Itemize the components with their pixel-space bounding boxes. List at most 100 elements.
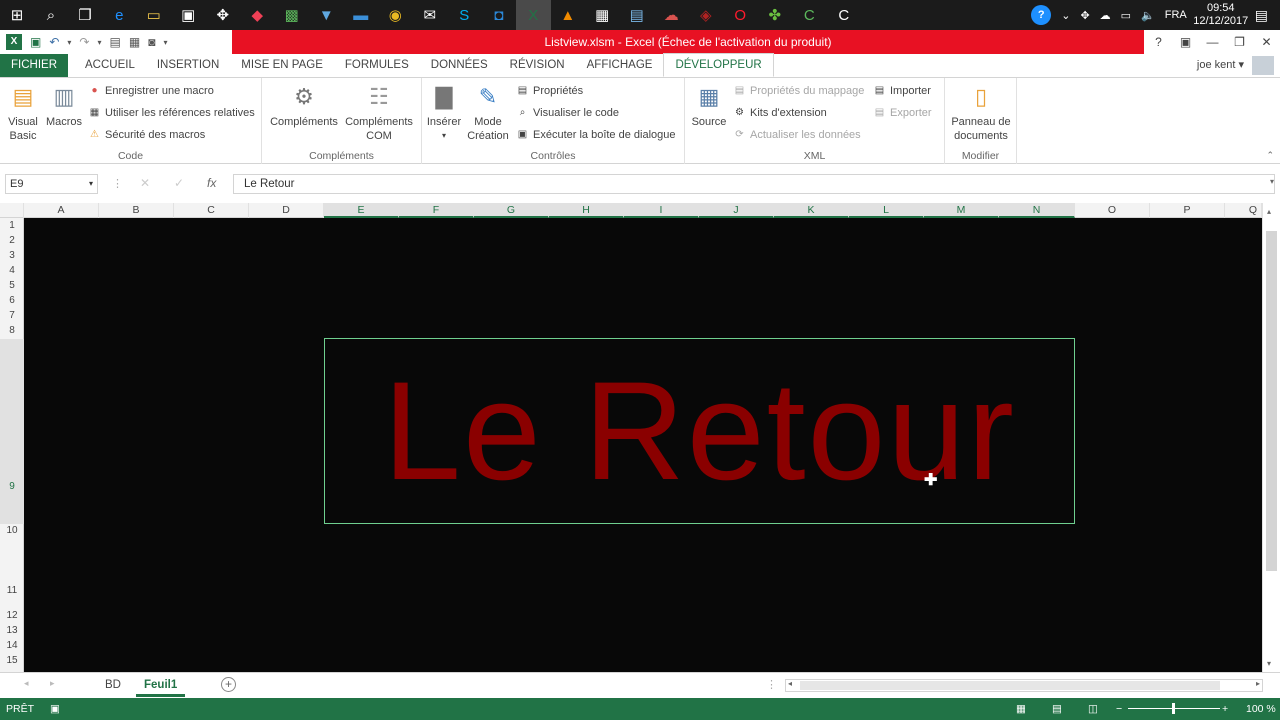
chevron-up-icon[interactable]: ⌄ [1061,9,1070,22]
row-header[interactable]: 10 [0,524,24,538]
column-header[interactable]: M [924,203,999,218]
row-header[interactable]: 9 [0,339,24,524]
vertical-scrollbar[interactable]: ▴ ▾ [1262,203,1280,672]
page-break-view-icon[interactable]: ◫ [1088,703,1098,715]
row-header[interactable]: 5 [0,279,24,293]
view-icon[interactable]: ▦ [129,35,140,49]
app-blue-icon[interactable]: ▬ [344,0,379,30]
redo-icon[interactable]: ↷ [79,35,89,49]
scroll-right-icon[interactable]: ▸ [1256,679,1260,688]
column-header[interactable]: P [1150,203,1225,218]
export-button[interactable]: ▤ Exporter [873,106,932,119]
row-header[interactable]: 13 [0,624,24,638]
camtasia-icon[interactable]: C [792,0,827,30]
green-app-icon[interactable]: ▩ [275,0,310,30]
tab-revision[interactable]: RÉVISION [499,54,576,77]
c-app-icon[interactable]: C [827,0,862,30]
column-header[interactable]: E [324,203,399,218]
row-header[interactable]: 6 [0,294,24,308]
column-header[interactable]: I [624,203,699,218]
zoom-in-icon[interactable]: + [1222,703,1228,715]
edge-icon[interactable]: e [102,0,137,30]
view-code-button[interactable]: ⌕ Visualiser le code [516,106,619,119]
task-view-icon[interactable]: ❐ [68,0,102,30]
customize-qat-icon[interactable]: ▾ [163,38,167,47]
tab-developpeur[interactable]: DÉVELOPPEUR [663,53,774,77]
scroll-down-icon[interactable]: ▾ [1267,659,1271,668]
sheet-tab-bd[interactable]: BD [97,673,129,697]
column-header[interactable]: J [699,203,774,218]
app-sync-icon[interactable]: ◘ [482,0,517,30]
cancel-icon[interactable]: ✕ [140,176,150,190]
column-header[interactable]: O [1075,203,1150,218]
zoom-out-icon[interactable]: − [1116,703,1122,715]
red-app-icon[interactable]: ◈ [689,0,724,30]
zoom-slider[interactable] [1128,703,1220,714]
volume-icon[interactable]: 🔈 [1141,9,1155,22]
import-button[interactable]: ▤ Importer [873,84,931,97]
tab-formules[interactable]: FORMULES [334,54,420,77]
file-explorer-icon[interactable]: ▭ [137,0,172,30]
properties-button[interactable]: ▤ Propriétés [516,84,583,97]
excel-icon[interactable]: X [516,0,551,30]
insert-control-button[interactable]: ▇ Insérer ▾ [424,82,464,143]
ribbon-display-options-icon[interactable]: ▣ [1172,35,1199,49]
scroll-left-icon[interactable]: ◂ [788,679,792,688]
run-dialog-button[interactable]: ▣ Exécuter la boîte de dialogue [516,128,676,141]
select-all-corner[interactable] [0,203,24,218]
column-header[interactable]: C [174,203,249,218]
prev-sheet-icon[interactable]: ◂ [24,678,29,689]
notification-icon[interactable]: ▤ [1255,7,1268,24]
chrome-icon[interactable]: ◉ [378,0,413,30]
tab-affichage[interactable]: AFFICHAGE [576,54,664,77]
collapse-ribbon-icon[interactable]: ⌃ [1266,150,1274,161]
windows-start-icon[interactable]: ⊞ [0,0,34,30]
undo-dropdown-icon[interactable]: ▾ [67,38,71,47]
tab-insertion[interactable]: INSERTION [146,54,230,77]
macros-button[interactable]: ▥ Macros [44,82,84,129]
refresh-data-button[interactable]: ⟳ Actualiser les données [733,128,860,141]
name-box[interactable]: E9 ▾ [5,174,98,194]
redo-dropdown-icon[interactable]: ▾ [97,38,101,47]
vertical-scroll-thumb[interactable] [1266,231,1277,571]
column-header[interactable]: D [249,203,324,218]
dropbox-icon[interactable]: ✥ [206,0,241,30]
calculator-icon[interactable]: ▦ [585,0,620,30]
zoom-level[interactable]: 100 % [1246,703,1276,715]
macro-security-button[interactable]: ⚠ Sécurité des macros [88,128,205,141]
xml-source-button[interactable]: ▦ Source [689,82,729,129]
cloud-icon[interactable]: ☁ [1100,9,1111,22]
restore-button[interactable]: ❐ [1226,35,1253,49]
language-indicator[interactable]: FRA [1165,9,1187,21]
undo-icon[interactable]: ↶ [49,35,59,49]
tab-accueil[interactable]: ACCUEIL [74,54,146,77]
merged-cell-e9[interactable]: Le Retour [324,338,1075,524]
column-header[interactable]: Q [1225,203,1262,218]
visual-basic-button[interactable]: ▤ Visual Basic [4,82,42,143]
notepad-icon[interactable]: ▤ [620,0,655,30]
row-header[interactable]: 7 [0,309,24,323]
expand-formula-icon[interactable]: ▾ [1270,177,1274,186]
filter-icon[interactable]: ▼ [309,0,344,30]
scroll-up-icon[interactable]: ▴ [1267,207,1271,216]
next-sheet-icon[interactable]: ▸ [50,678,55,689]
row-header[interactable]: 12 [0,609,24,623]
user-account[interactable]: joe kent ▾ [1197,58,1244,71]
relative-references-button[interactable]: ▦ Utiliser les références relatives [88,106,255,119]
row-header[interactable]: 15 [0,654,24,668]
column-header[interactable]: N [999,203,1075,218]
network-icon[interactable]: ▭ [1121,9,1131,22]
zoom-slider-thumb[interactable] [1172,703,1175,714]
minimize-button[interactable]: — [1199,35,1226,49]
document-panel-button[interactable]: ▯ Panneau de documents [949,82,1013,143]
close-button[interactable]: ✕ [1253,35,1280,49]
form-icon[interactable]: ▤ [110,35,121,49]
sheet-tab-feuil1[interactable]: Feuil1 [136,673,186,697]
tab-mise-en-page[interactable]: MISE EN PAGE [230,54,334,77]
row-header[interactable]: 11 [0,584,24,598]
expansion-packs-button[interactable]: ⚙ Kits d'extension [733,106,827,119]
search-icon[interactable]: ⌕ [34,0,68,30]
complements-button[interactable]: ⚙ Compléments [266,82,342,129]
tab-fichier[interactable]: FICHIER [0,54,68,77]
column-header[interactable]: G [474,203,549,218]
